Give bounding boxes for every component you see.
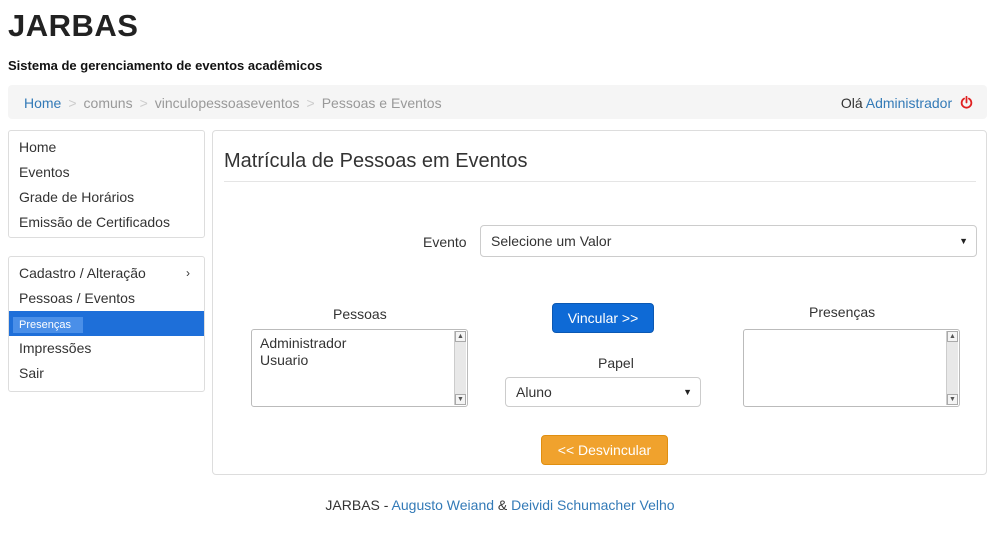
scroll-down-icon[interactable]: ▼ <box>455 394 466 405</box>
scroll-up-icon[interactable]: ▲ <box>947 331 958 342</box>
menu-item-pessoas-eventos[interactable]: Pessoas / Eventos <box>9 286 204 311</box>
list-item[interactable]: Usuario <box>260 352 346 369</box>
breadcrumb-home-link[interactable]: Home <box>24 95 61 111</box>
menu-item-cadastro[interactable]: Cadastro / Alteração › <box>9 261 204 286</box>
author-link-augusto[interactable]: Augusto Weiand <box>392 497 494 513</box>
secondary-menu: Cadastro / Alteração › Pessoas / Eventos… <box>8 256 205 392</box>
scrollbar[interactable]: ▲ ▼ <box>454 331 466 405</box>
menu-item-label: Presenças <box>13 317 83 333</box>
presencas-listbox[interactable]: ▲ ▼ <box>743 329 960 407</box>
main-panel: Matrícula de Pessoas em Eventos Evento S… <box>212 130 987 475</box>
power-icon[interactable] <box>960 96 973 109</box>
menu-item-grade-horarios[interactable]: Grade de Horários <box>9 185 204 210</box>
user-greeting: Olá <box>840 95 863 111</box>
vincular-button[interactable]: Vincular >> <box>552 303 654 333</box>
scroll-down-icon[interactable]: ▼ <box>947 394 958 405</box>
list-item[interactable]: Administrador <box>260 335 346 352</box>
primary-menu: Home Eventos Grade de Horários Emissão d… <box>8 130 205 238</box>
breadcrumb-item-comuns: comuns <box>83 95 133 111</box>
menu-item-sair[interactable]: Sair <box>9 361 204 386</box>
breadcrumb-trail: Home > comuns > vinculopessoaseventos > Pessoa… <box>24 95 442 111</box>
menu-item-label: Cadastro / Alteração <box>19 265 146 281</box>
breadcrumb: Home > comuns > vinculopessoaseventos > Pessoa… <box>8 85 987 119</box>
evento-select-value: Selecione um Valor <box>491 233 612 249</box>
scrollbar[interactable]: ▲ ▼ <box>946 331 958 405</box>
breadcrumb-separator: > <box>306 95 315 111</box>
menu-item-certificados[interactable]: Emissão de Certificados <box>9 210 204 235</box>
app-title: JARBAS <box>8 8 139 43</box>
user-name-link[interactable]: Administrador <box>866 95 952 111</box>
evento-label: Evento <box>423 234 467 250</box>
breadcrumb-item-vinculo: vinculopessoaseventos <box>154 95 300 111</box>
breadcrumb-separator: > <box>68 95 77 111</box>
papel-select-value: Aluno <box>516 384 552 400</box>
app-subtitle: Sistema de gerenciamento de eventos acad… <box>8 58 323 73</box>
dropdown-arrow-icon: ▼ <box>959 236 968 246</box>
papel-label: Papel <box>598 355 634 371</box>
title-divider <box>224 181 976 182</box>
breadcrumb-separator: > <box>139 95 148 111</box>
dropdown-arrow-icon: ▼ <box>683 387 692 397</box>
pessoas-label: Pessoas <box>333 306 387 322</box>
scroll-up-icon[interactable]: ▲ <box>455 331 466 342</box>
footer: JARBAS - Augusto Weiand & Deividi Schuma… <box>0 497 1000 513</box>
footer-prefix: JARBAS - <box>325 497 392 513</box>
presencas-label: Presenças <box>809 304 876 320</box>
pessoas-list: Administrador Usuario <box>260 335 346 369</box>
page-title: Matrícula de Pessoas em Eventos <box>224 150 528 172</box>
author-link-deividi[interactable]: Deividi Schumacher Velho <box>511 497 674 513</box>
menu-item-home[interactable]: Home <box>9 135 204 160</box>
breadcrumb-item-current: Pessoas e Eventos <box>321 95 442 111</box>
evento-select[interactable]: Selecione um Valor ▼ <box>480 225 977 257</box>
menu-item-eventos[interactable]: Eventos <box>9 160 204 185</box>
pessoas-listbox[interactable]: Administrador Usuario ▲ ▼ <box>251 329 468 407</box>
desvincular-button[interactable]: << Desvincular <box>541 435 668 465</box>
footer-ampersand: & <box>494 497 512 513</box>
menu-item-impressoes[interactable]: Impressões <box>9 336 204 361</box>
menu-item-presencas[interactable]: Presenças <box>9 311 204 336</box>
user-area: Olá Administrador <box>841 95 973 111</box>
chevron-right-icon: › <box>186 266 190 280</box>
papel-select[interactable]: Aluno ▼ <box>505 377 701 407</box>
